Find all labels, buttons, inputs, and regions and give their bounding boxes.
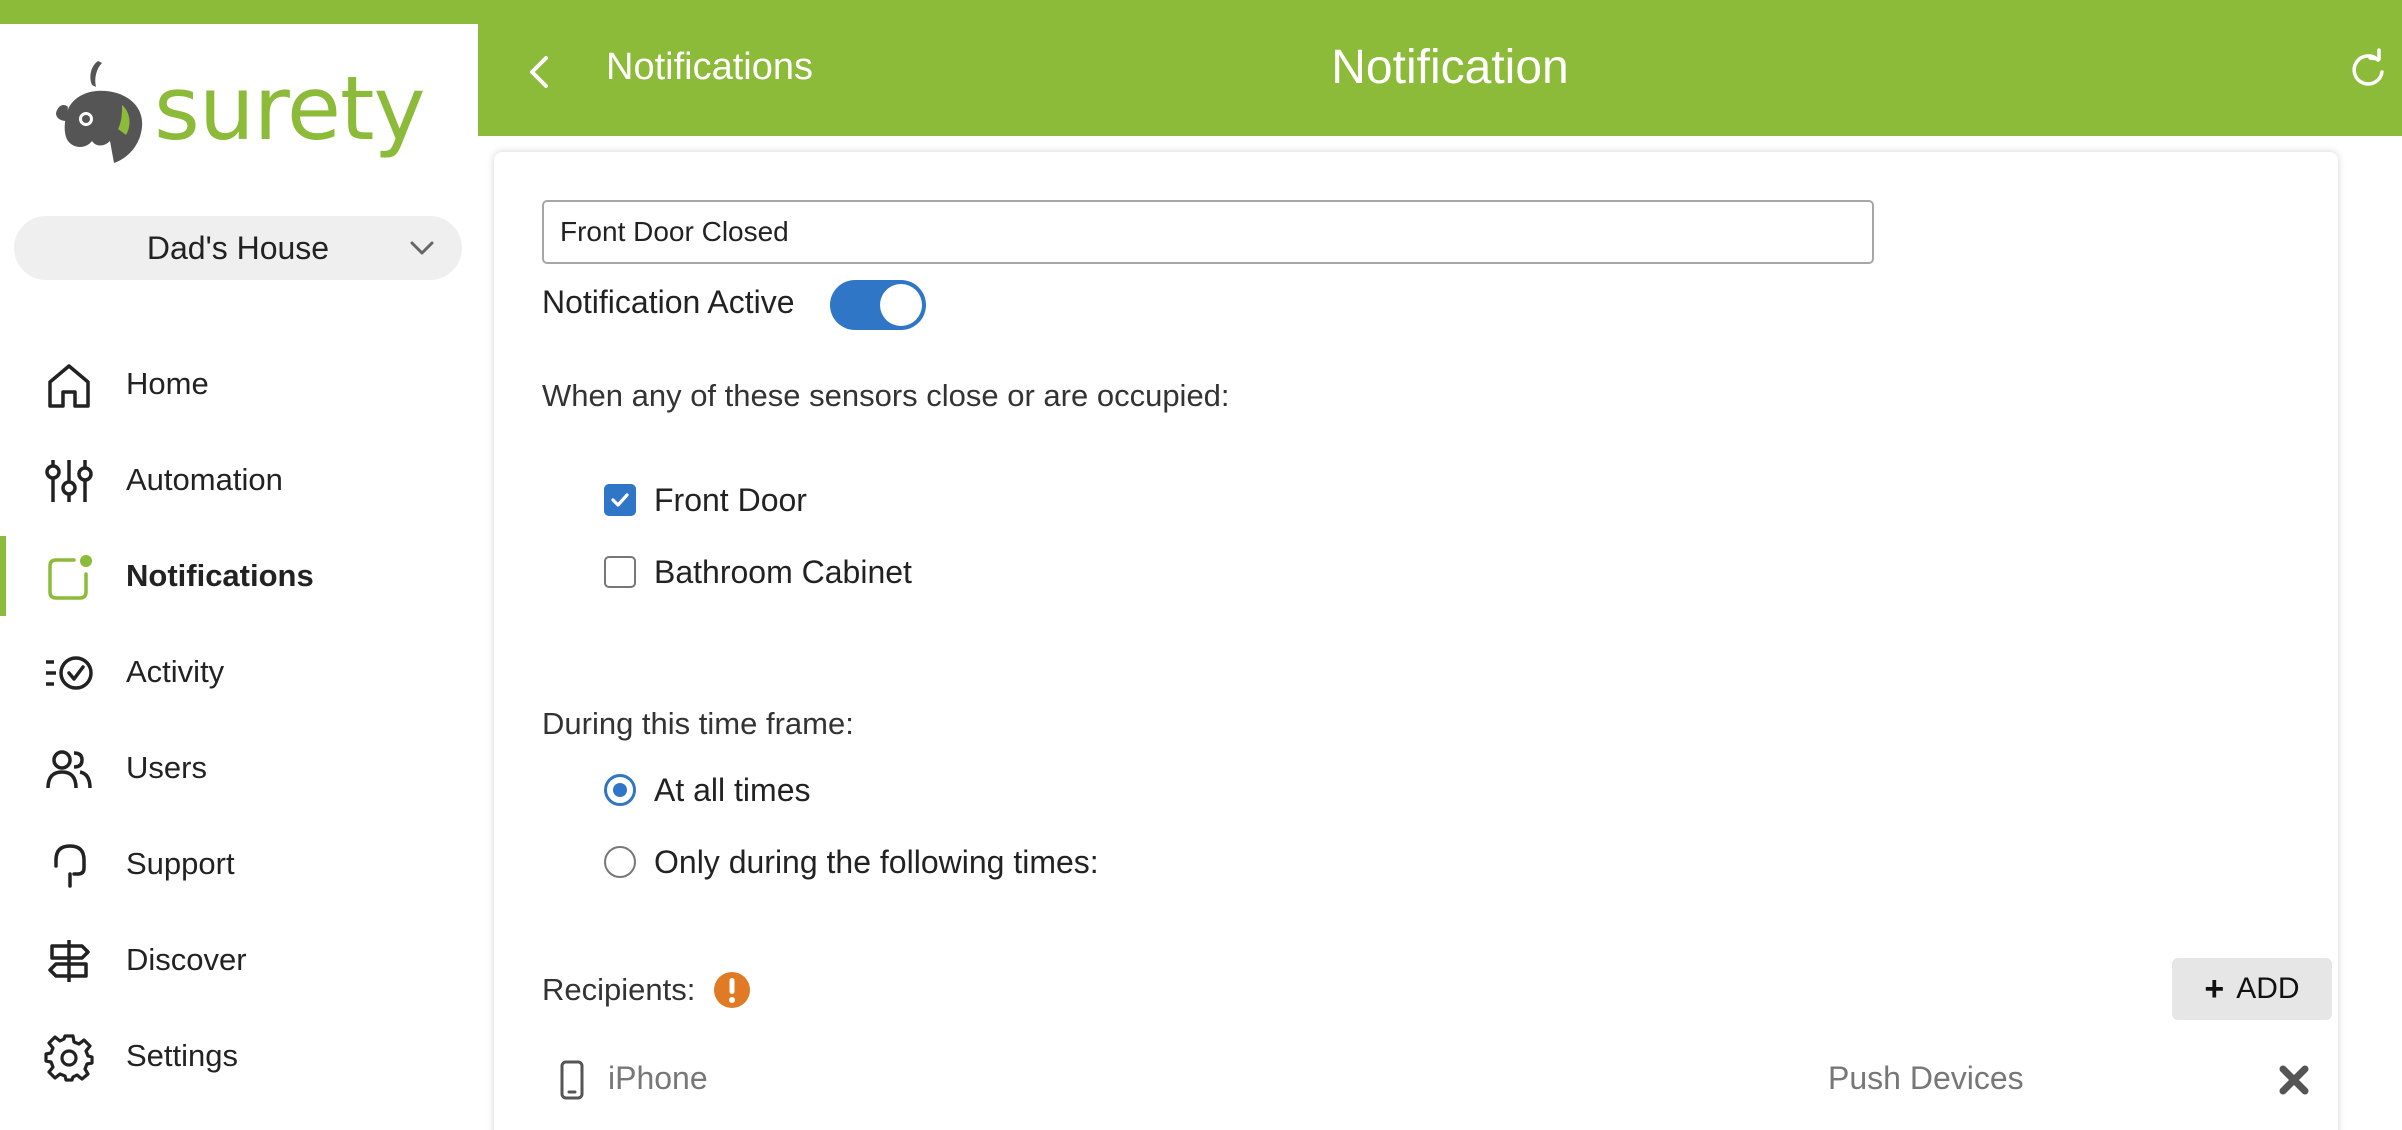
sidebar-item-label: Home (126, 366, 209, 401)
all-times-radio[interactable] (604, 774, 636, 806)
sliders-icon (45, 460, 93, 502)
users-icon (46, 750, 92, 789)
sidebar-item-settings[interactable]: Settings (0, 1008, 478, 1104)
sidebar-item-label: Activity (126, 654, 225, 689)
sidebar-item-users[interactable]: Users (0, 720, 478, 816)
surety-logo: surety (52, 40, 432, 190)
gear-icon (44, 1034, 94, 1082)
chevron-down-icon (410, 241, 434, 255)
sensor-option-bathroom-cabinet[interactable]: Bathroom Cabinet (604, 552, 912, 592)
front-door-checkbox[interactable] (604, 484, 636, 516)
sidebar-item-notifications[interactable]: Notifications (0, 528, 478, 624)
checkmark-icon (611, 493, 629, 507)
chevron-left-icon[interactable] (520, 48, 560, 96)
sidebar-item-label: Automation (126, 462, 283, 497)
recipients-label: Recipients: (542, 972, 696, 1007)
sidebar-nav: Home Automation Notifications Activity U… (0, 336, 478, 1104)
timeframe-label: During this time frame: (542, 706, 854, 741)
sidebar-item-label: Users (126, 750, 207, 785)
timeframe-option-all-times[interactable]: At all times (604, 770, 810, 810)
activity-icon (46, 656, 93, 690)
app-root: surety Dad's House Home Automation Notif… (0, 0, 2402, 1130)
toggle-knob (880, 284, 922, 326)
notification-icon (48, 555, 92, 600)
sensor-label: Front Door (654, 481, 807, 518)
location-selector[interactable]: Dad's House (14, 216, 462, 280)
sidebar-item-label: Settings (126, 1038, 239, 1073)
timeframe-option-label: At all times (654, 771, 811, 808)
timeframe-option-label: Only during the following times: (654, 843, 1099, 880)
plus-icon: + (2204, 970, 2225, 1008)
recipient-row: iPhone Push Devices (542, 1052, 2332, 1108)
sidebar: surety Dad's House Home Automation Notif… (0, 24, 478, 1130)
dog-logo-icon (56, 61, 143, 163)
add-label: ADD (2236, 972, 2300, 1005)
notification-active-toggle[interactable] (830, 280, 926, 330)
sidebar-item-label: Discover (126, 942, 247, 977)
sidebar-item-home[interactable]: Home (0, 336, 478, 432)
notification-active-label: Notification Active (542, 284, 795, 320)
signpost-icon (48, 940, 90, 982)
sidebar-item-discover[interactable]: Discover (0, 912, 478, 1008)
close-icon[interactable] (2274, 1060, 2314, 1100)
sidebar-item-automation[interactable]: Automation (0, 432, 478, 528)
warning-icon[interactable] (712, 970, 752, 1010)
sidebar-item-support[interactable]: Support (0, 816, 478, 912)
radio-dot (613, 783, 627, 797)
scheduled-times-radio[interactable] (604, 846, 636, 878)
add-recipient-button[interactable]: + ADD (2172, 958, 2332, 1020)
phone-icon (560, 1060, 584, 1100)
sidebar-item-label: Notifications (126, 558, 314, 593)
bathroom-cabinet-checkbox[interactable] (604, 556, 636, 588)
sensor-label: Bathroom Cabinet (654, 553, 912, 590)
page-title: Notification (1331, 41, 1569, 94)
location-label: Dad's House (146, 229, 330, 266)
sidebar-item-label: Support (126, 846, 235, 881)
refresh-icon[interactable] (2348, 48, 2388, 92)
recipient-name: iPhone (608, 1060, 708, 1096)
back-to-notifications-link[interactable]: Notifications (606, 46, 813, 89)
logo-text: surety (154, 56, 426, 160)
notification-name-input[interactable] (542, 200, 1874, 264)
sidebar-item-activity[interactable]: Activity (0, 624, 478, 720)
home-icon (48, 364, 90, 408)
timeframe-option-scheduled[interactable]: Only during the following times: (604, 842, 1099, 882)
sensor-option-front-door[interactable]: Front Door (604, 480, 807, 520)
headset-icon (54, 844, 86, 888)
recipient-type: Push Devices (1828, 1060, 2024, 1096)
sensors-label: When any of these sensors close or are o… (542, 378, 1230, 413)
